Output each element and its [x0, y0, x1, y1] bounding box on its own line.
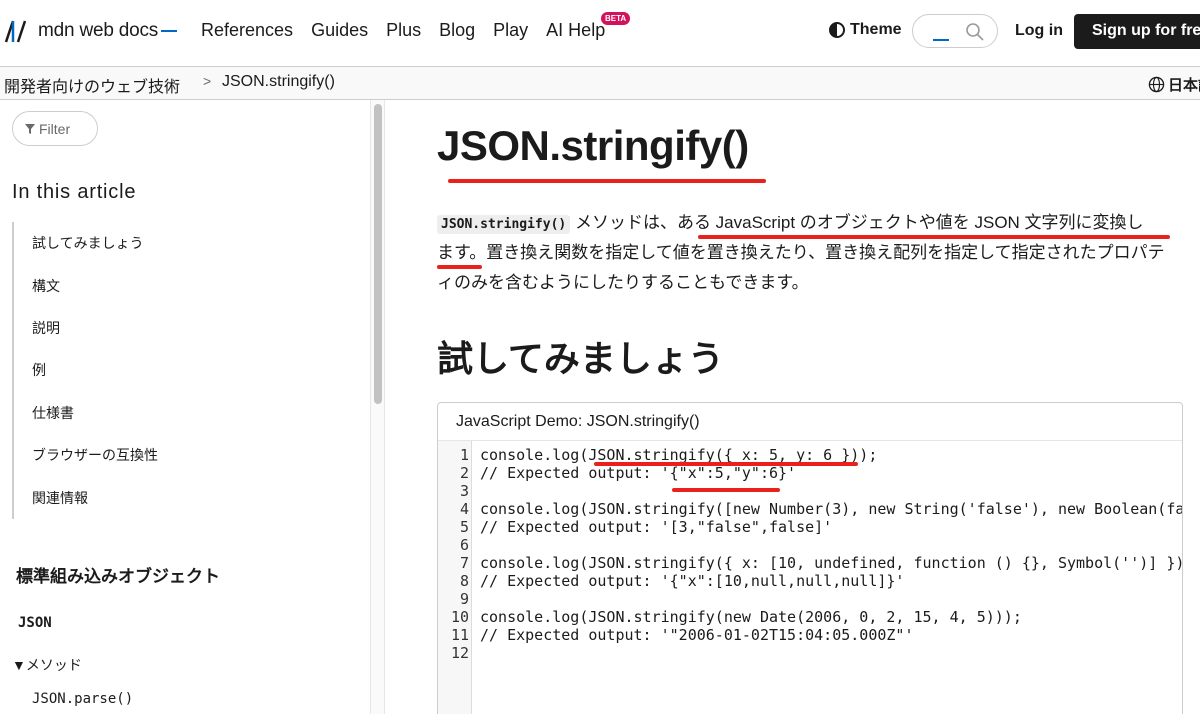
line-number: 6 — [459, 536, 469, 554]
signup-button[interactable]: Sign up for free — [1074, 14, 1200, 49]
demo-title: JavaScript Demo: JSON.stringify() — [438, 403, 1182, 441]
sidebar-item-json[interactable]: JSON — [18, 615, 52, 631]
filter-icon — [25, 124, 35, 134]
line-number: 5 — [459, 518, 469, 536]
code-line[interactable]: // Expected output: '"2006-01-02T15:04:0… — [480, 626, 913, 644]
code-gutter: 1 2 3 4 5 6 7 8 9 10 11 12 — [438, 441, 472, 714]
annotation-underline — [594, 462, 858, 466]
nav-ai-help-label: AI Help — [546, 20, 606, 40]
toc-item[interactable]: 仕様書 — [32, 403, 74, 423]
line-number: 11 — [450, 626, 469, 644]
toc-item[interactable]: 関連情報 — [32, 488, 88, 508]
filter-button[interactable]: Filter — [12, 111, 98, 146]
sidebar-section-heading[interactable]: 標準組み込みオブジェクト — [16, 562, 220, 587]
sidebar-methods-toggle[interactable]: ▼メソッド — [12, 655, 82, 675]
interactive-demo: JavaScript Demo: JSON.stringify() 1 2 3 … — [437, 402, 1183, 714]
line-number: 10 — [450, 608, 469, 626]
sidebar: Filter In this article 試してみましょう 構文 説明 例 … — [0, 100, 370, 714]
search-icon — [966, 23, 984, 41]
beta-badge: BETA — [601, 12, 631, 25]
section-title-try-it: 試してみましょう — [437, 338, 724, 379]
nav-guides[interactable]: Guides — [311, 20, 368, 41]
line-number: 4 — [459, 500, 469, 518]
annotation-underline — [672, 488, 780, 492]
intro-text-3: ィのみを含むようにしたりすることもできます。 — [437, 273, 809, 292]
mdn-logo[interactable]: mdn web docs — [4, 18, 178, 44]
sidebar-item-json-parse[interactable]: JSON.parse() — [32, 691, 133, 707]
breadcrumb-separator: > — [203, 73, 212, 89]
toc-item[interactable]: 説明 — [32, 318, 60, 338]
nav-play[interactable]: Play — [493, 20, 528, 41]
annotation-underline — [448, 179, 766, 183]
logo-text: mdn web docs — [38, 20, 159, 41]
sidebar-scrollbar[interactable] — [370, 100, 385, 714]
main-nav: References Guides Plus Blog Play AI Help… — [201, 12, 631, 41]
language-switcher[interactable]: 日本語 — [1148, 74, 1200, 95]
code-line[interactable]: console.log(JSON.stringify(new Date(2006… — [480, 608, 1022, 626]
line-number: 12 — [450, 644, 469, 662]
line-number: 3 — [459, 482, 469, 500]
sidebar-scrollbar-thumb[interactable] — [374, 104, 382, 404]
language-label: 日本語 — [1168, 77, 1200, 94]
code-line[interactable]: console.log(JSON.stringify({ x: [10, und… — [480, 554, 1182, 572]
breadcrumb-parent[interactable]: 開発者向けのウェブ技術 — [4, 73, 180, 97]
code-line[interactable]: console.log(JSON.stringify([new Number(3… — [480, 500, 1182, 518]
logo-underscore — [161, 30, 178, 32]
top-header: mdn web docs References Guides Plus Blog… — [0, 0, 1200, 66]
search-input[interactable] — [912, 14, 998, 48]
code-line[interactable]: // Expected output: '{"x":5,"y":6}' — [480, 464, 796, 482]
intro-inline-code: JSON.stringify() — [437, 215, 571, 234]
toc-item[interactable]: 試してみましょう — [32, 233, 144, 253]
code-line[interactable]: // Expected output: '[3,"false",false]' — [480, 518, 832, 536]
line-number: 8 — [459, 572, 469, 590]
mdn-logo-icon — [4, 20, 27, 43]
line-number: 2 — [459, 464, 469, 482]
toc-item[interactable]: 例 — [32, 360, 46, 380]
line-number: 1 — [459, 446, 469, 464]
toc-title: In this article — [12, 181, 137, 203]
intro-text-1: メソッドは、ある JavaScript のオブジェクトや値を JSON 文字列に… — [570, 213, 1144, 232]
filter-label: Filter — [39, 121, 71, 137]
nav-ai-help[interactable]: AI Help BETA — [546, 12, 631, 41]
nav-plus[interactable]: Plus — [386, 20, 421, 41]
line-number: 9 — [459, 590, 469, 608]
theme-icon — [829, 22, 845, 38]
nav-blog[interactable]: Blog — [439, 20, 475, 41]
globe-icon — [1148, 76, 1165, 93]
breadcrumb: 開発者向けのウェブ技術 > JSON.stringify() 日本語 — [0, 66, 1200, 100]
toc-divider — [12, 222, 14, 519]
toc-item[interactable]: 構文 — [32, 276, 60, 296]
nav-references[interactable]: References — [201, 20, 293, 41]
theme-button[interactable]: Theme — [829, 21, 902, 39]
theme-label: Theme — [850, 21, 902, 38]
search-cursor — [933, 39, 949, 41]
toc-item[interactable]: ブラウザーの互換性 — [32, 445, 158, 465]
page-title: JSON.stringify() — [437, 122, 749, 169]
login-link[interactable]: Log in — [1015, 22, 1063, 40]
breadcrumb-current[interactable]: JSON.stringify() — [222, 73, 335, 91]
line-number: 7 — [459, 554, 469, 572]
code-line[interactable]: // Expected output: '{"x":[10,null,null,… — [480, 572, 904, 590]
intro-text-2: ます。置き換え関数を指定して値を置き換えたり、置き換え配列を指定して指定されたプ… — [437, 243, 1165, 262]
